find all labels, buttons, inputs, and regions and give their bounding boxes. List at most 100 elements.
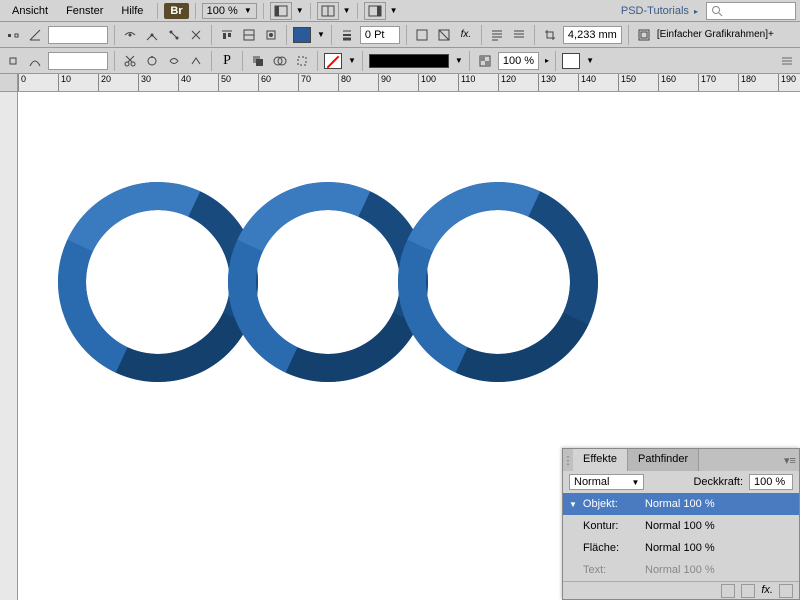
chevron-down-icon[interactable]: ▼	[586, 56, 594, 65]
value-field-2[interactable]	[48, 52, 108, 70]
ruler-tick: 60	[258, 74, 271, 91]
artwork-rings[interactable]	[58, 182, 598, 382]
frame-options-icon[interactable]	[635, 26, 653, 44]
path-join-icon[interactable]	[165, 26, 183, 44]
pathfinder-1-icon[interactable]	[249, 52, 267, 70]
ruler-ticks: 0102030405060708090100110120130140150160…	[18, 74, 800, 91]
mm-field[interactable]: 4,233 mm	[563, 26, 622, 44]
pathfinder-3-icon[interactable]	[293, 52, 311, 70]
frame-style-label[interactable]: [Einfacher Grafikrahmen]+	[657, 29, 774, 40]
separator	[195, 3, 196, 19]
panel-menu-icon[interactable]	[778, 52, 796, 70]
opacity-field[interactable]: 100 %	[498, 52, 539, 70]
panel-grip-icon[interactable]: ⋮	[563, 449, 573, 471]
isolate-blending-icon[interactable]	[721, 584, 735, 598]
menu-view[interactable]: Ansicht	[4, 2, 56, 20]
chevron-down-icon[interactable]: ▼	[296, 6, 304, 15]
ruler-tick: 50	[218, 74, 231, 91]
fx-icon[interactable]: fx.	[457, 26, 475, 44]
ruler-origin[interactable]	[0, 74, 18, 92]
stroke-weight-field[interactable]: 0 Pt	[360, 26, 400, 44]
effect-target-text[interactable]: Text: Normal 100 %	[563, 559, 799, 581]
anchor-icon[interactable]	[4, 26, 22, 44]
chevron-down-icon[interactable]: ▸	[545, 56, 549, 65]
text-align-2-icon[interactable]	[510, 26, 528, 44]
ruler-tick: 190	[778, 74, 796, 91]
convert-point-2-icon[interactable]	[143, 26, 161, 44]
stroke-weight-icon[interactable]	[338, 26, 356, 44]
paragraph-icon[interactable]: P	[218, 52, 236, 70]
stroke-swatch[interactable]	[324, 53, 342, 69]
crop-icon[interactable]	[541, 26, 559, 44]
point-tool-icon[interactable]	[4, 52, 22, 70]
chevron-down-icon[interactable]: ▼	[348, 56, 356, 65]
blend-mode-select[interactable]: Normal▼	[569, 474, 644, 490]
blend-mode-row: Normal▼ Deckkraft: 100 %	[563, 471, 799, 493]
tab-pathfinder[interactable]: Pathfinder	[628, 449, 699, 471]
ruler-tick: 160	[658, 74, 676, 91]
panel-menu-icon[interactable]: ▾≡	[781, 449, 799, 471]
search-input[interactable]	[706, 2, 796, 20]
fx-icon[interactable]: fx.	[761, 584, 773, 597]
stroke-style-swatch[interactable]	[369, 54, 449, 68]
pathfinder-2-icon[interactable]	[271, 52, 289, 70]
ring-3[interactable]	[398, 182, 598, 382]
effect-target-fill[interactable]: Fläche: Normal 100 %	[563, 537, 799, 559]
knockout-group-icon[interactable]	[741, 584, 755, 598]
ruler-vertical[interactable]	[0, 92, 18, 600]
effect-target-stroke[interactable]: Kontur: Normal 100 %	[563, 515, 799, 537]
ruler-tick: 110	[458, 74, 475, 91]
bridge-badge[interactable]: Br	[164, 3, 188, 19]
chevron-down-icon[interactable]: ▼	[390, 6, 398, 15]
search-icon	[711, 5, 723, 17]
view-mode-1-button[interactable]	[270, 2, 292, 20]
opacity-input[interactable]: 100 %	[749, 474, 793, 490]
chevron-down-icon: ▼	[569, 500, 577, 509]
align-distribute-1-icon[interactable]	[218, 26, 236, 44]
menu-help[interactable]: Hilfe	[113, 2, 151, 20]
ruler-tick: 120	[498, 74, 516, 91]
chevron-down-icon[interactable]: ▼	[317, 30, 325, 39]
path-open-icon[interactable]	[165, 52, 183, 70]
chevron-down-icon[interactable]: ▼	[343, 6, 351, 15]
ruler-tick: 180	[738, 74, 756, 91]
empty-swatch-1[interactable]	[562, 53, 580, 69]
fill-swatch[interactable]	[293, 27, 311, 43]
trash-icon[interactable]	[779, 584, 793, 598]
ruler-tick: 130	[538, 74, 556, 91]
view-mode-3-button[interactable]	[364, 2, 386, 20]
tab-effects[interactable]: Effekte	[573, 449, 628, 471]
path-reverse-icon[interactable]	[187, 52, 205, 70]
menu-window[interactable]: Fenster	[58, 2, 111, 20]
text-value: Normal 100 %	[645, 564, 715, 576]
separator	[357, 3, 358, 19]
angle-icon[interactable]	[26, 26, 44, 44]
path-close-icon[interactable]	[143, 52, 161, 70]
panel-footer: fx.	[563, 581, 799, 599]
text-label: Text:	[583, 564, 639, 576]
ruler-tick: 140	[578, 74, 596, 91]
opacity-icon[interactable]	[476, 52, 494, 70]
ruler-tick: 10	[58, 74, 71, 91]
ruler-horizontal[interactable]: 0102030405060708090100110120130140150160…	[0, 74, 800, 92]
text-wrap-1-icon[interactable]	[413, 26, 431, 44]
curve-tool-icon[interactable]	[26, 52, 44, 70]
ruler-tick: 40	[178, 74, 191, 91]
workspace-link[interactable]: PSD-Tutorials ▸	[615, 5, 704, 17]
zoom-select[interactable]: 100 % ▼	[202, 3, 257, 19]
chevron-down-icon: ▼	[244, 6, 252, 15]
value-field-1[interactable]	[48, 26, 108, 44]
chevron-down-icon[interactable]: ▼	[455, 56, 463, 65]
effect-target-object[interactable]: ▼ Objekt: Normal 100 %	[563, 493, 799, 515]
ruler-tick: 80	[338, 74, 351, 91]
text-wrap-2-icon[interactable]	[435, 26, 453, 44]
align-distribute-3-icon[interactable]	[262, 26, 280, 44]
ruler-tick: 100	[418, 74, 436, 91]
align-distribute-2-icon[interactable]	[240, 26, 258, 44]
scissors-icon[interactable]	[121, 52, 139, 70]
convert-point-1-icon[interactable]	[121, 26, 139, 44]
text-align-1-icon[interactable]	[488, 26, 506, 44]
zoom-value: 100 %	[207, 5, 238, 17]
view-mode-2-button[interactable]	[317, 2, 339, 20]
path-cut-icon[interactable]	[187, 26, 205, 44]
